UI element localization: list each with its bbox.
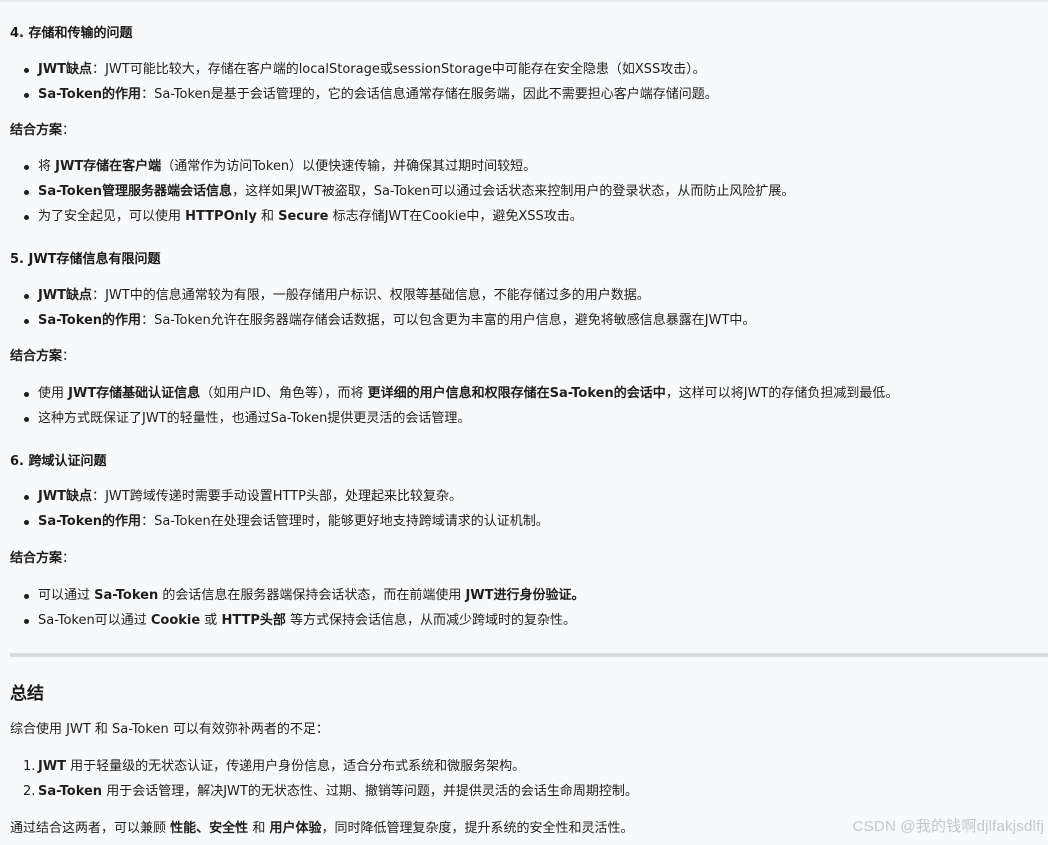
section-6-solution-label: 结合方案： [10, 551, 76, 566]
section-6-solutions: 可以通过 Sa-Token 的会话信息在服务器端保持会话状态，而在前端使用 JW… [0, 587, 585, 637]
section-5-issues: JWT缺点：JWT中的信息通常较为有限，一般存储用户标识、权限等基础信息，不能存… [0, 287, 755, 337]
list-item: JWT缺点：JWT中的信息通常较为有限，一般存储用户标识、权限等基础信息，不能存… [0, 287, 755, 312]
section-5-heading: 5. JWT存储信息有限问题 [10, 252, 161, 267]
section-4-heading: 4. 存储和传输的问题 [10, 26, 133, 41]
summary-heading: 总结 [10, 684, 44, 704]
list-item: Sa-Token的作用：Sa-Token在处理会话管理时，能够更好地支持跨域请求… [0, 513, 549, 538]
section-6-heading: 6. 跨域认证问题 [10, 454, 107, 469]
section-4-solution-label: 结合方案： [10, 123, 76, 138]
section-5-solution-label: 结合方案： [10, 349, 76, 364]
section-divider [10, 653, 1048, 657]
list-item: Sa-Token管理服务器端会话信息，这样如果JWT被盗取，Sa-Token可以… [0, 183, 794, 208]
list-item: Sa-Token的作用：Sa-Token是基于会话管理的，它的会话信息通常存储在… [0, 86, 718, 111]
list-item: 可以通过 Sa-Token 的会话信息在服务器端保持会话状态，而在前端使用 JW… [0, 587, 585, 612]
list-item: 使用 JWT存储基础认证信息（如用户ID、角色等），而将 更详细的用户信息和权限… [0, 385, 898, 410]
list-item: Sa-Token的作用：Sa-Token允许在服务器端存储会话数据，可以包含更为… [0, 312, 755, 337]
csdn-watermark: CSDN @我的钱啊djlfakjsdlfj [852, 818, 1044, 835]
list-item: 为了安全起见，可以使用 HTTPOnly 和 Secure 标志存储JWT在Co… [0, 208, 794, 233]
list-item: Sa-Token可以通过 Cookie 或 HTTP头部 等方式保持会话信息，从… [0, 612, 585, 637]
section-5-solutions: 使用 JWT存储基础认证信息（如用户ID、角色等），而将 更详细的用户信息和权限… [0, 385, 898, 435]
summary-list: 1. JWT 用于轻量级的无状态认证，传递用户身份信息，适合分布式系统和微服务架构… [0, 758, 638, 808]
list-item: 1. JWT 用于轻量级的无状态认证，传递用户身份信息，适合分布式系统和微服务架构… [23, 759, 526, 774]
list-item: 将 JWT存储在客户端（通常作为访问Token）以便快速传输，并确保其过期时间较… [0, 158, 794, 183]
section-4-issues: JWT缺点：JWT可能比较大，存储在客户端的localStorage或sessi… [0, 61, 718, 111]
list-item: JWT缺点：JWT可能比较大，存储在客户端的localStorage或sessi… [0, 61, 718, 86]
list-item: JWT缺点：JWT跨域传递时需要手动设置HTTP头部，处理起来比较复杂。 [0, 488, 549, 513]
section-6-issues: JWT缺点：JWT跨域传递时需要手动设置HTTP头部，处理起来比较复杂。 Sa-… [0, 488, 549, 538]
list-item: 2. Sa-Token 用于会话管理，解决JWT的无状态性、过期、撤销等问题，并提… [23, 784, 638, 799]
section-4-solutions: 将 JWT存储在客户端（通常作为访问Token）以便快速传输，并确保其过期时间较… [0, 158, 794, 233]
summary-conclusion: 通过结合这两者，可以兼顾 性能、安全性 和 用户体验，同时降低管理复杂度，提升系… [10, 821, 634, 836]
summary-intro: 综合使用 JWT 和 Sa-Token 可以有效弥补两者的不足： [10, 722, 329, 737]
top-divider [0, 0, 1048, 2]
article-body: 4. 存储和传输的问题 JWT缺点：JWT可能比较大，存储在客户端的localS… [0, 0, 1048, 845]
list-item: 这种方式既保证了JWT的轻量性，也通过Sa-Token提供更灵活的会话管理。 [0, 410, 898, 435]
